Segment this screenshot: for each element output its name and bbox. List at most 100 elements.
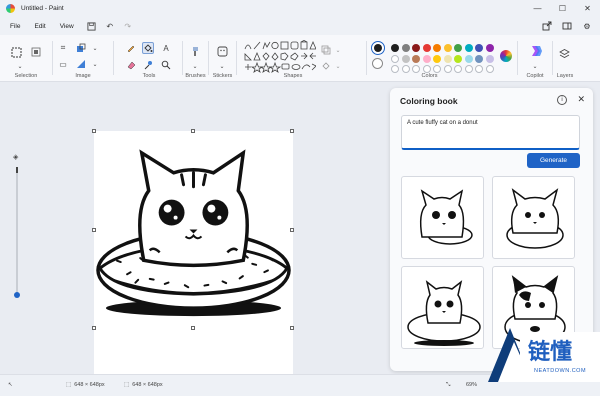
brush-icon[interactable] xyxy=(189,45,202,58)
menu-file[interactable]: File xyxy=(3,23,27,30)
eraser-icon[interactable] xyxy=(125,59,137,71)
result-thumbnail[interactable] xyxy=(492,176,575,259)
primary-color-ring[interactable] xyxy=(371,41,385,55)
resize-handle[interactable] xyxy=(290,326,294,330)
shape-outline-icon[interactable] xyxy=(320,44,332,56)
chevron-down-icon[interactable]: ⌄ xyxy=(89,42,101,54)
chevron-down-icon[interactable]: ⌄ xyxy=(189,60,201,72)
resize-icon[interactable] xyxy=(75,42,87,54)
primary-color-swatch xyxy=(373,43,382,52)
resize-handle[interactable] xyxy=(191,326,195,330)
menu-edit[interactable]: Edit xyxy=(27,23,52,30)
color-swatch[interactable] xyxy=(475,54,483,63)
fill-icon[interactable] xyxy=(142,42,154,54)
color-swatch[interactable] xyxy=(401,54,410,63)
layout-icon[interactable] xyxy=(560,19,574,33)
copilot-icon[interactable] xyxy=(528,43,543,58)
save-icon[interactable] xyxy=(85,19,99,33)
rotate-icon[interactable]: ▭ xyxy=(57,58,69,70)
color-swatch[interactable] xyxy=(391,54,399,63)
resize-handle[interactable] xyxy=(92,228,96,232)
color-swatch[interactable] xyxy=(412,54,420,63)
slider-thumb[interactable] xyxy=(14,292,20,298)
chevron-down-icon[interactable]: ⌄ xyxy=(14,60,26,72)
panel-title: Coloring book xyxy=(400,96,458,106)
color-swatch[interactable] xyxy=(422,54,431,63)
color-swatch[interactable] xyxy=(464,44,473,52)
generate-button[interactable]: Generate xyxy=(527,153,580,168)
edit-colors-icon[interactable] xyxy=(499,49,513,63)
empty-color-slot[interactable] xyxy=(433,65,441,73)
empty-color-slot[interactable] xyxy=(422,65,431,73)
resize-handle[interactable] xyxy=(290,228,294,232)
resize-handle[interactable] xyxy=(290,129,294,133)
chevron-down-icon[interactable]: ⌄ xyxy=(89,58,101,70)
color-swatch[interactable] xyxy=(485,44,494,52)
color-swatch[interactable] xyxy=(391,44,399,52)
empty-color-slot[interactable] xyxy=(485,65,494,73)
fit-to-window-icon[interactable]: ⤡ xyxy=(446,382,450,389)
maximize-button[interactable]: ☐ xyxy=(550,0,575,17)
select-rectangle-icon[interactable] xyxy=(10,46,23,59)
color-swatch[interactable] xyxy=(412,44,420,52)
chevron-down-icon[interactable]: ⌄ xyxy=(216,60,228,72)
sticker-icon[interactable] xyxy=(216,45,229,58)
empty-color-slot[interactable] xyxy=(401,65,410,73)
prompt-input[interactable]: A cute fluffy cat on a donut xyxy=(401,115,580,150)
settings-icon[interactable]: ⚙ xyxy=(580,19,594,33)
close-icon[interactable]: ✕ xyxy=(577,94,585,105)
resize-handle[interactable] xyxy=(191,129,195,133)
layers-icon[interactable] xyxy=(558,47,571,60)
share-icon[interactable] xyxy=(540,19,554,33)
shape-fill-icon[interactable] xyxy=(320,60,332,72)
empty-color-slot[interactable] xyxy=(391,65,399,73)
close-window-button[interactable]: ✕ xyxy=(575,0,600,17)
result-thumbnail[interactable] xyxy=(401,266,484,349)
empty-color-slot[interactable] xyxy=(464,65,473,73)
color-swatch[interactable] xyxy=(454,44,462,52)
resize-handle[interactable] xyxy=(92,326,96,330)
menu-view[interactable]: View xyxy=(53,23,81,30)
chevron-down-icon[interactable]: ⌄ xyxy=(332,60,344,72)
empty-color-slot[interactable] xyxy=(475,65,483,73)
result-thumbnail[interactable] xyxy=(401,176,484,259)
color-swatch[interactable] xyxy=(433,44,441,52)
color-swatch[interactable] xyxy=(422,44,431,52)
colors-label: Colors xyxy=(421,73,438,79)
zoom-level[interactable]: 69% xyxy=(466,382,477,388)
color-swatch[interactable] xyxy=(454,54,462,63)
color-swatch[interactable] xyxy=(401,44,410,52)
info-icon[interactable]: i xyxy=(557,95,567,105)
selection-group: ⌄ Selection xyxy=(0,38,52,82)
empty-color-slot[interactable] xyxy=(443,65,452,73)
crop-icon[interactable]: ⌗ xyxy=(57,42,69,54)
color-swatch[interactable] xyxy=(475,44,483,52)
select-all-icon[interactable] xyxy=(30,46,42,58)
chevron-down-icon[interactable]: ⌄ xyxy=(332,44,344,56)
flip-icon[interactable] xyxy=(75,58,87,70)
color-swatch[interactable] xyxy=(433,54,441,63)
color-swatch[interactable] xyxy=(485,54,494,63)
color-swatch[interactable] xyxy=(443,44,452,52)
color-swatch[interactable] xyxy=(443,54,452,63)
text-icon[interactable]: A xyxy=(160,42,172,54)
ribbon: ⌄ Selection ⌗ ⌄ ▭ ⌄ Image A Tools ⌄ Brus… xyxy=(0,35,600,82)
pencil-icon[interactable] xyxy=(125,42,137,54)
empty-color-slot[interactable] xyxy=(454,65,462,73)
layers-label: Layers xyxy=(556,73,574,79)
shapes-gallery[interactable] xyxy=(244,40,316,74)
magnifier-icon[interactable] xyxy=(160,59,172,71)
color-swatch[interactable] xyxy=(464,54,473,63)
vertical-zoom-slider[interactable]: ◈ xyxy=(10,153,24,303)
color-picker-icon[interactable] xyxy=(142,59,154,71)
chevron-down-icon[interactable]: ⌄ xyxy=(529,60,541,72)
drawing-canvas[interactable] xyxy=(94,131,293,396)
tools-group: A Tools xyxy=(116,38,182,82)
canvas-area[interactable]: ◈ xyxy=(0,83,384,396)
secondary-color-swatch[interactable] xyxy=(372,58,383,69)
resize-handle[interactable] xyxy=(92,129,96,133)
redo-icon[interactable]: ↷ xyxy=(121,19,135,33)
minimize-button[interactable]: — xyxy=(525,0,550,17)
undo-icon[interactable]: ↶ xyxy=(103,19,117,33)
empty-color-slot[interactable] xyxy=(412,65,420,73)
